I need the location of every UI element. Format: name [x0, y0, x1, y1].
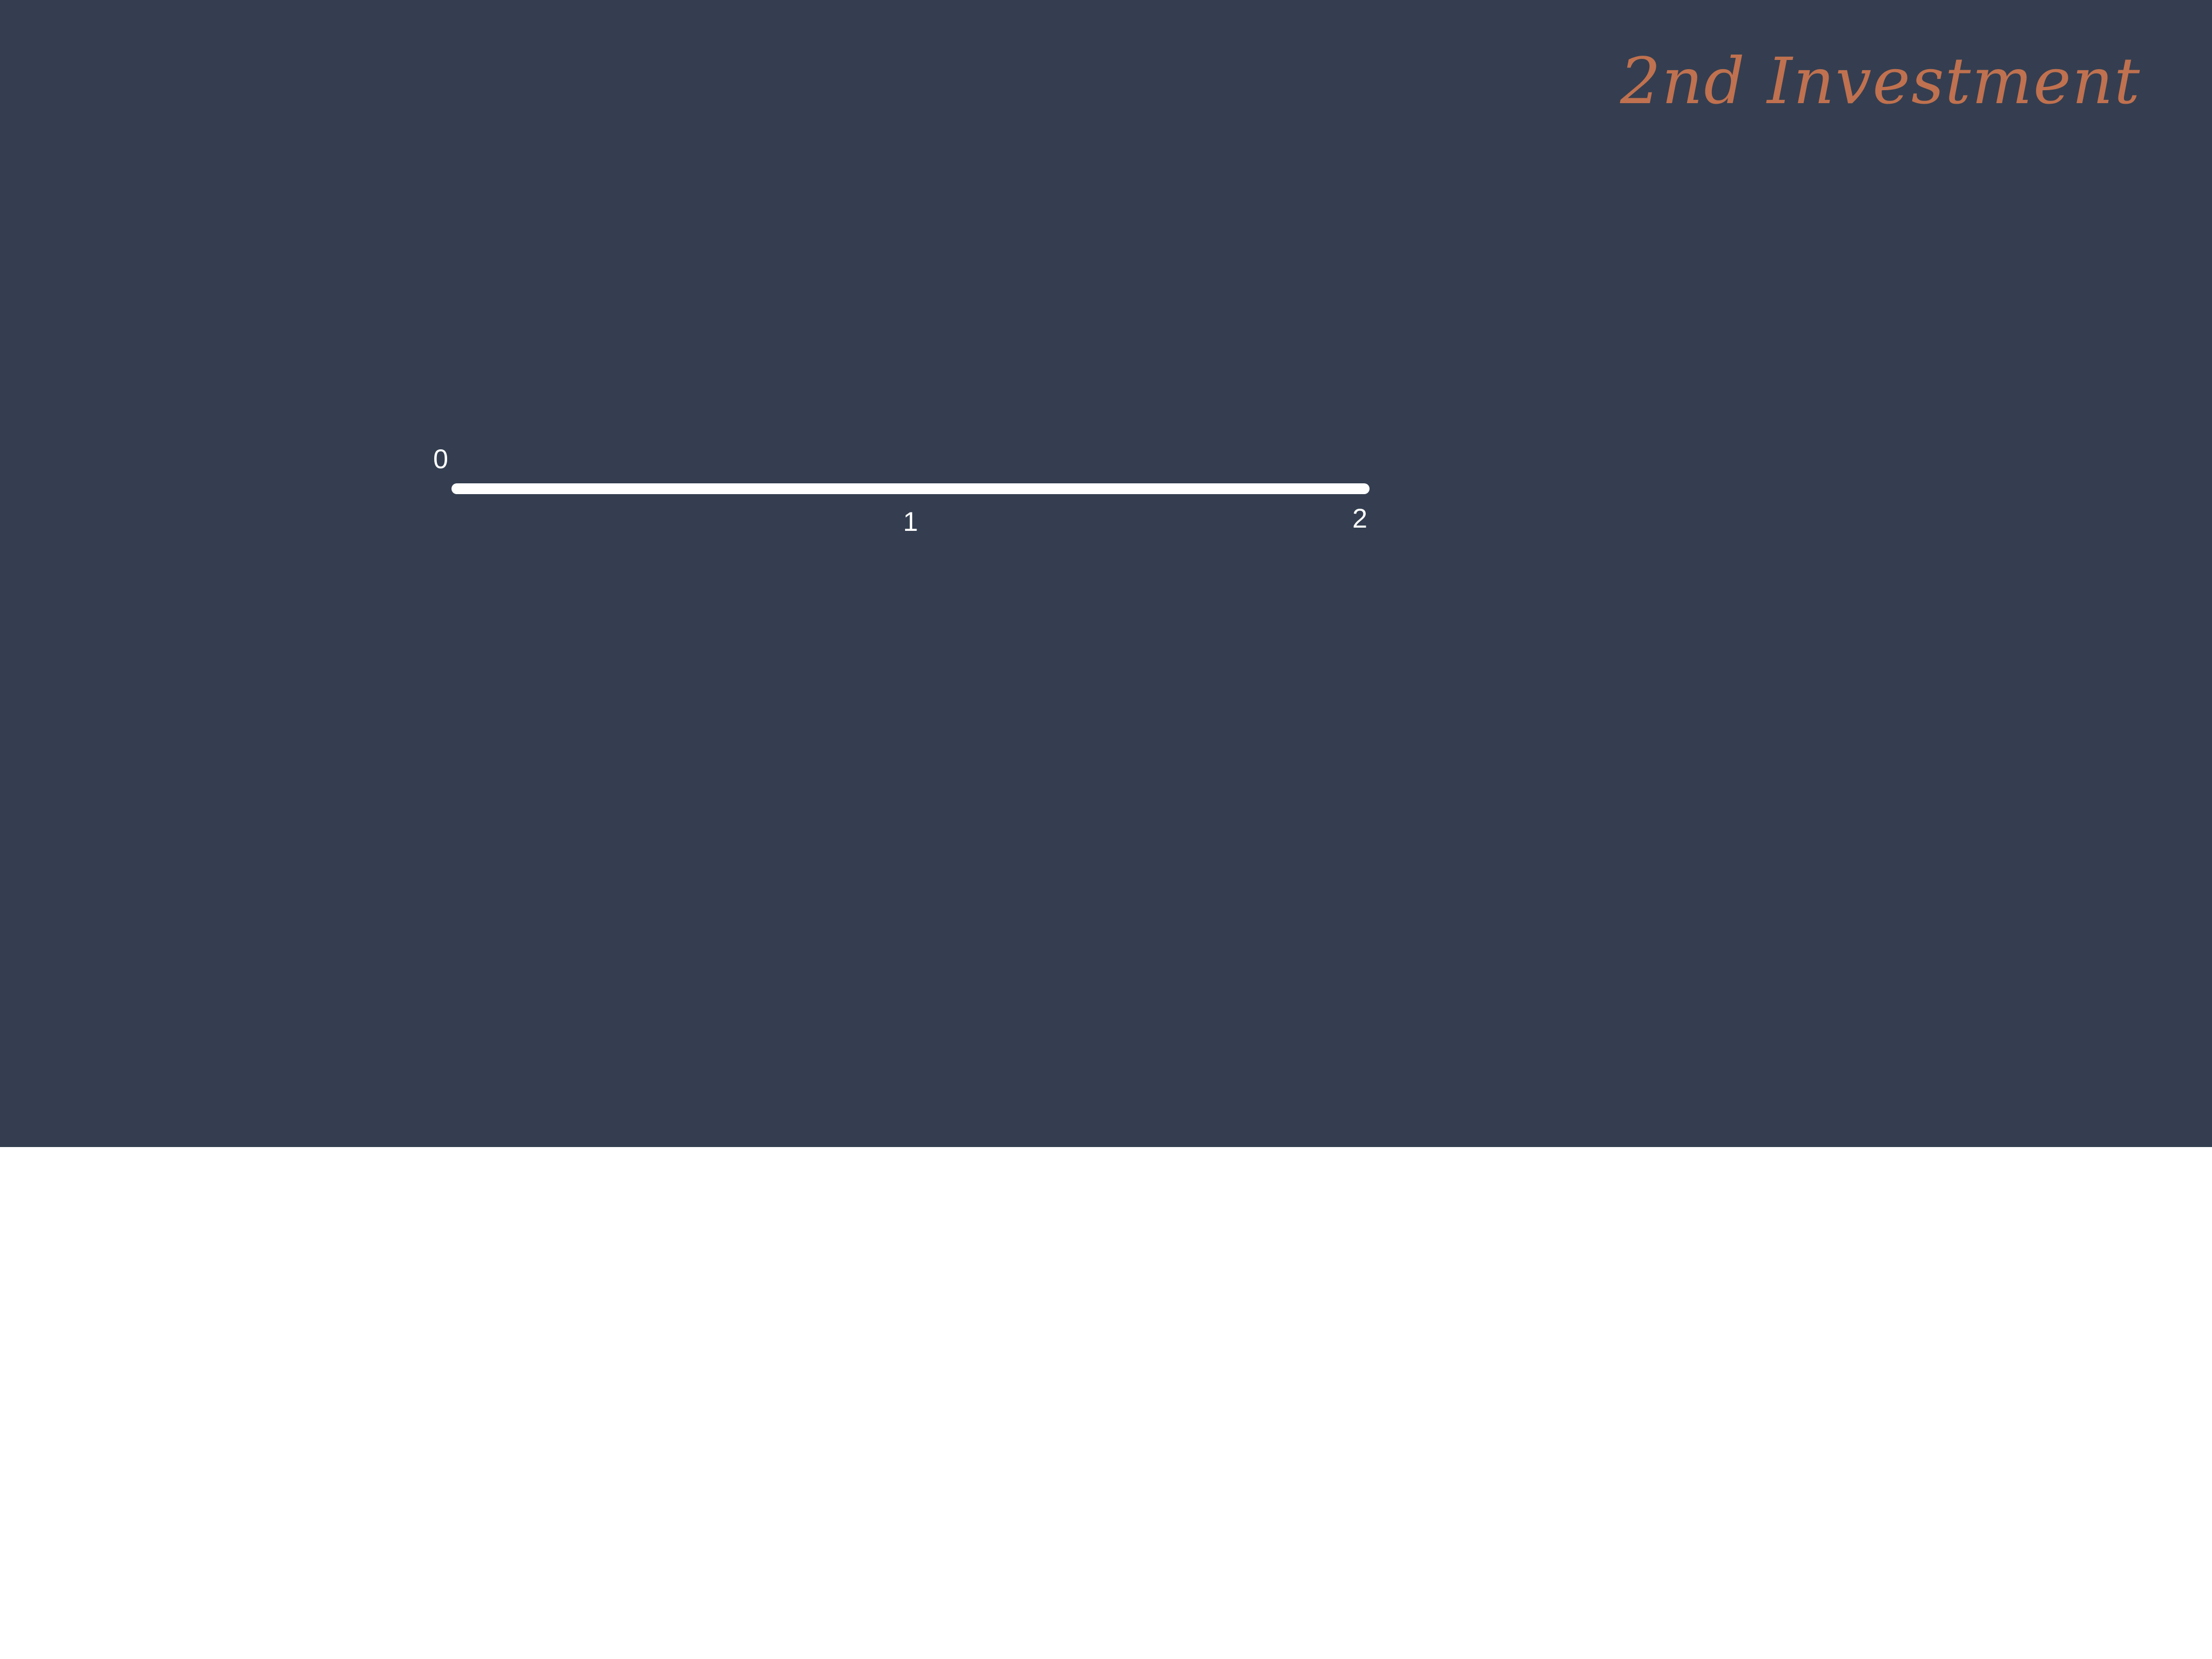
slide-canvas: 2nd Investment 012: [0, 0, 2212, 1147]
tick-label-0: 0: [433, 444, 448, 474]
tick-label-2: 2: [1352, 503, 1367, 534]
tick-label-1: 1: [903, 507, 918, 537]
timeline: 0 1 2: [433, 444, 1370, 537]
